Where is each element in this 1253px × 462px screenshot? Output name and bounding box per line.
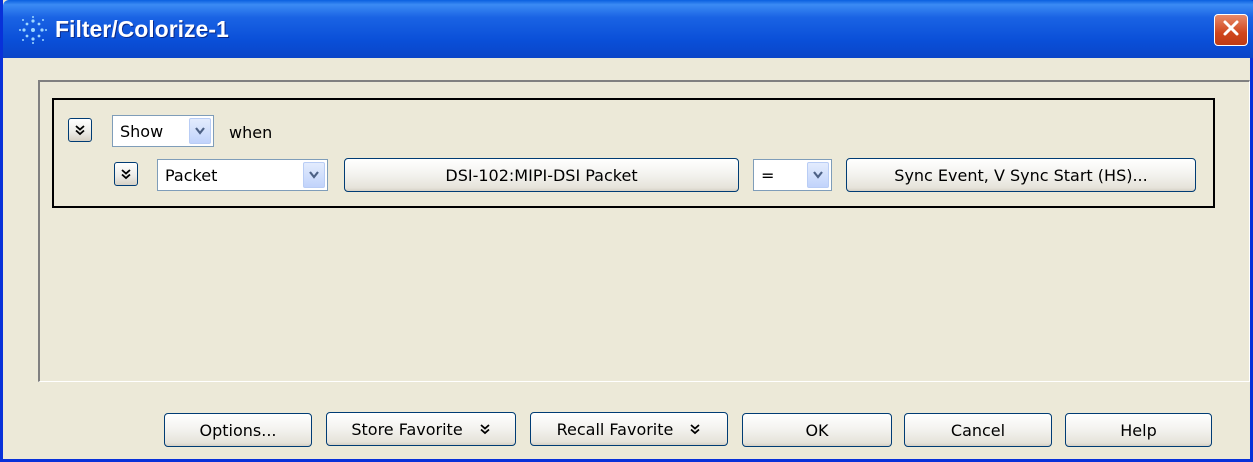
- window-title: Filter/Colorize-1: [55, 16, 229, 42]
- double-chevron-down-icon: [74, 121, 86, 140]
- expand-group-button[interactable]: [68, 118, 92, 142]
- title-bar[interactable]: Filter/Colorize-1: [3, 0, 1253, 58]
- store-favorite-button[interactable]: Store Favorite: [326, 412, 516, 446]
- options-button[interactable]: Options...: [164, 413, 312, 447]
- mode-select[interactable]: Show: [112, 115, 214, 147]
- chevron-down-icon[interactable]: [189, 118, 211, 144]
- chevron-down-icon[interactable]: [303, 162, 325, 188]
- expand-condition-button[interactable]: [114, 162, 138, 186]
- store-favorite-label: Store Favorite: [351, 419, 463, 439]
- packet-type-button[interactable]: DSI-102:MIPI-DSI Packet: [344, 158, 739, 192]
- double-chevron-down-icon: [689, 423, 701, 435]
- close-icon: [1222, 19, 1240, 41]
- mode-select-value: Show: [120, 122, 164, 141]
- value-button[interactable]: Sync Event, V Sync Start (HS)...: [846, 158, 1196, 192]
- help-button[interactable]: Help: [1065, 413, 1212, 447]
- chevron-down-icon[interactable]: [807, 162, 829, 188]
- operator-select-value: =: [761, 166, 775, 185]
- sparkle-icon: [17, 16, 49, 44]
- double-chevron-down-icon: [479, 423, 491, 435]
- close-button[interactable]: [1214, 14, 1248, 46]
- ok-button[interactable]: OK: [742, 413, 892, 447]
- operator-select[interactable]: =: [753, 159, 832, 191]
- when-label: when: [229, 123, 273, 142]
- double-chevron-down-icon: [120, 165, 132, 184]
- recall-favorite-label: Recall Favorite: [556, 419, 674, 439]
- field-select-value: Packet: [165, 166, 218, 185]
- recall-favorite-button[interactable]: Recall Favorite: [530, 412, 728, 446]
- field-select[interactable]: Packet: [157, 159, 328, 191]
- cancel-button[interactable]: Cancel: [904, 413, 1052, 447]
